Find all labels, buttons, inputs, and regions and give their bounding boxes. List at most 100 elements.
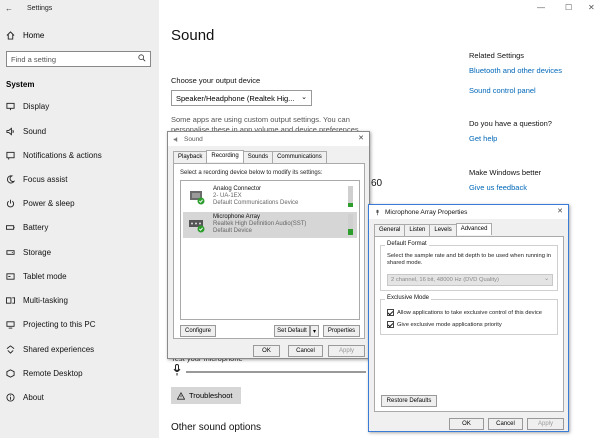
search-placeholder: Find a setting [11,55,57,64]
device-line1: Realtek High Definition Audio(SST) [213,221,307,227]
cancel-button[interactable]: Cancel [288,345,323,357]
sidebar-item-storage[interactable]: Storage [6,248,51,257]
sidebar-item-label: About [23,393,44,402]
sidebar-item-label: Focus assist [23,175,68,184]
line-in-icon [190,191,205,205]
exclusive-priority-checkbox[interactable]: Give exclusive mode applications priorit… [387,321,502,328]
sound-tabs: Playback Recording Sounds Communications [173,150,327,163]
mic-properties-dialog: Microphone Array Properties ✕ General Li… [368,204,569,432]
sidebar-item-label: Power & sleep [23,199,75,208]
triangle-down-icon: ▾ [312,328,316,335]
sidebar-item-label: Shared experiences [23,345,95,354]
speaker-icon [6,127,14,136]
output-device-label: Choose your output device [171,76,261,85]
tab-sounds[interactable]: Sounds [242,151,274,163]
sidebar-item-battery[interactable]: Battery [6,223,48,232]
troubleshoot-label: Troubleshoot [189,391,233,400]
device-line2: Default Device [213,228,253,234]
troubleshoot-button[interactable]: Troubleshoot [171,387,241,404]
apply-button: Apply [527,418,564,430]
configure-button[interactable]: Configure [180,325,216,337]
nav-home[interactable]: Home [6,31,44,40]
sidebar-item-remote-desktop[interactable]: Remote Desktop [6,369,83,378]
question-heading: Do you have a question? [469,119,552,128]
minimize-icon[interactable]: — [537,3,545,12]
properties-button[interactable]: Properties [323,325,360,337]
sidebar-item-shared-experiences[interactable]: Shared experiences [6,345,94,354]
tab-recording[interactable]: Recording [206,150,244,162]
set-default-dropdown[interactable]: ▾ [310,325,319,337]
sidebar-item-label: Projecting to this PC [23,320,96,329]
list-item[interactable]: Microphone Array Realtek High Definition… [183,212,357,238]
battery-icon [6,225,15,230]
display-icon [6,102,15,111]
sidebar-item-label: Multi-tasking [23,296,68,305]
tab-general[interactable]: General [374,224,406,236]
sound-dialog-title: Sound [184,135,203,143]
apply-button: Apply [328,345,365,357]
storage-icon [6,250,15,255]
close-icon[interactable]: ✕ [358,134,364,142]
output-device-dropdown[interactable]: Speaker/Headphone (Realtek Hig... ⌄ [171,90,312,106]
sound-control-panel-link[interactable]: Sound control panel [469,86,536,95]
tab-communications[interactable]: Communications [272,151,327,163]
sidebar-item-focus-assist[interactable]: Focus assist [6,175,67,184]
ok-button[interactable]: OK [253,345,280,357]
tab-listen[interactable]: Listen [404,224,431,236]
section-heading: System [6,80,35,89]
sidebar-item-label: Display [23,102,50,111]
exclusive-control-label: Allow applications to take exclusive con… [397,309,542,316]
partial-volume-value: 60 [371,178,383,189]
checkbox-checked[interactable] [387,321,394,328]
sound-dialog: Sound ✕ Playback Recording Sounds Commun… [167,131,370,359]
output-device-value: Speaker/Headphone (Realtek Hig... [176,94,295,103]
device-name: Microphone Array [213,214,261,220]
sidebar-item-about[interactable]: About [6,393,44,402]
bluetooth-devices-link[interactable]: Bluetooth and other devices [469,66,562,75]
other-sound-options-heading: Other sound options [171,422,262,433]
tab-playback[interactable]: Playback [173,151,208,163]
sidebar-item-tablet-mode[interactable]: Tablet mode [6,272,67,281]
level-meter-fill [348,202,353,207]
tab-advanced[interactable]: Advanced [455,223,493,235]
device-name: Analog Connector [213,186,262,192]
sidebar-item-projecting[interactable]: Projecting to this PC [6,320,95,329]
moon-icon [6,175,15,184]
exclusive-mode-label: Exclusive Mode [385,295,432,301]
sidebar-item-multitasking[interactable]: Multi-tasking [6,296,68,305]
set-default-button[interactable]: Set Default [274,325,310,337]
sidebar-item-label: Notifications & actions [23,151,102,160]
exclusive-control-checkbox[interactable]: Allow applications to take exclusive con… [387,309,542,316]
back-arrow-icon[interactable]: ← [5,4,13,13]
checkbox-checked[interactable] [387,309,394,316]
sidebar-item-power-sleep[interactable]: Power & sleep [6,199,75,208]
close-icon[interactable]: ✕ [588,3,595,12]
power-icon [6,199,15,208]
ok-button[interactable]: OK [449,418,484,430]
exclusive-mode-group: Exclusive Mode Allow applications to tak… [380,295,558,335]
get-help-link[interactable]: Get help [469,134,497,143]
props-dialog-titlebar: Microphone Array Properties ✕ [369,205,568,219]
search-input[interactable]: Find a setting [6,51,151,67]
multitask-icon [6,297,15,304]
level-meter [348,214,353,235]
recording-instruction: Select a recording device below to modif… [180,170,323,176]
maximize-icon[interactable]: ☐ [565,3,572,12]
list-item[interactable]: Analog Connector 2- UA-1EX Default Commu… [183,184,357,210]
sidebar-item-display[interactable]: Display [6,102,49,111]
sidebar-item-notifications[interactable]: Notifications & actions [6,151,102,160]
sidebar-item-label: Sound [23,127,47,136]
give-feedback-link[interactable]: Give us feedback [469,183,527,192]
restore-defaults-button[interactable]: Restore Defaults [381,395,437,407]
microphone-array-icon [189,220,205,233]
default-format-group: Default Format Select the sample rate an… [380,241,558,291]
level-meter [348,186,353,207]
search-icon [138,54,146,62]
tab-levels[interactable]: Levels [429,224,457,236]
notification-icon [6,151,15,160]
projector-icon [6,321,15,329]
close-icon[interactable]: ✕ [557,207,563,215]
cancel-button[interactable]: Cancel [488,418,523,430]
sidebar-item-sound[interactable]: Sound [6,127,46,136]
tablet-icon [6,273,15,280]
